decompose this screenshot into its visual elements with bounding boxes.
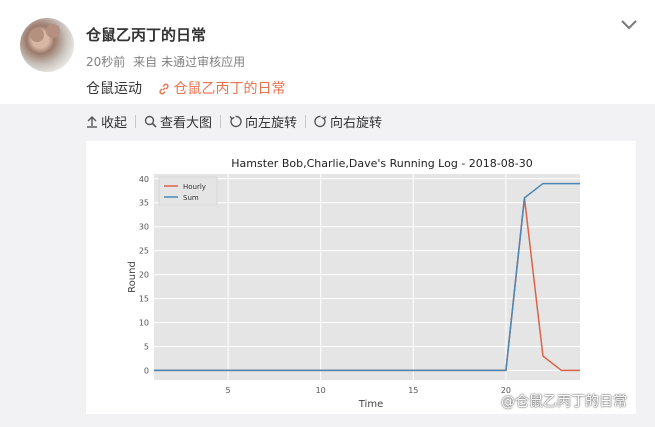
avatar[interactable] [20,18,74,72]
y-tick-label: 40 [139,175,149,184]
x-tick-label: 5 [226,386,231,395]
topic-link-label: 仓鼠乙丙丁的日常 [173,81,286,97]
y-tick-label: 10 [139,319,149,328]
line-chart: 5 10 15 200510152025303540Hamster Bob,Charl… [127,157,580,410]
chevron-down-icon[interactable] [620,18,638,32]
collapse-button[interactable]: 收起 [86,112,127,131]
username[interactable]: 仓鼠乙丙丁的日常 [86,24,206,45]
post-body: 仓鼠运动 [86,81,142,97]
x-tick-label: 15 [408,386,418,395]
post-text: 仓鼠运动 仓鼠乙丙丁的日常 [86,78,285,98]
x-axis-label: Time [358,399,383,410]
y-tick-label: 5 [144,342,149,351]
y-axis-label: Round [127,261,138,293]
magnifier-icon [144,115,157,128]
source-prefix: 来自 [133,55,158,69]
y-tick-label: 35 [139,199,149,208]
y-tick-label: 25 [139,247,149,256]
view-large-label: 查看大图 [160,115,213,131]
divider [305,114,307,128]
collapse-label: 收起 [101,115,128,131]
y-tick-label: 0 [144,366,149,375]
chart-image[interactable]: 5 10 15 20 0 5 10 15 20 25 30 35 40 Hamster Bob,Charl… [86,141,636,414]
divider [135,114,137,128]
y-tick-label: 30 [139,223,149,232]
divider [220,114,222,128]
post-time[interactable]: 20秒前 [86,55,125,69]
image-toolbar: 收起 查看大图 向左旋转 向右旋转 [86,110,382,132]
y-tick-label: 20 [139,271,149,280]
view-large-button[interactable]: 查看大图 [144,112,212,131]
watermark-text: @仓鼠乙丙丁的日常 [501,394,627,410]
post-meta: 20秒前 来自 未通过审核应用 [86,53,249,70]
rotate-left-label: 向左旋转 [245,115,298,131]
topic-link[interactable]: 仓鼠乙丙丁的日常 [158,81,285,97]
chart-title: Hamster Bob,Charlie,Dave's Running Log -… [231,157,532,170]
rotate-right-icon [314,115,327,127]
x-tick-label: 10 [316,386,326,395]
legend-label: Hourly [183,183,206,191]
collapse-icon [87,115,97,128]
rotate-left-button[interactable]: 向左旋转 [229,112,297,131]
link-icon [159,83,170,95]
rotate-right-label: 向右旋转 [330,115,383,131]
watermark: @仓鼠乙丙丁的日常 [478,391,627,411]
rotate-left-icon [229,115,242,127]
rotate-right-button[interactable]: 向右旋转 [314,112,382,131]
source-app[interactable]: 未通过审核应用 [161,55,245,69]
post-header: 仓鼠乙丙丁的日常 20秒前 来自 未通过审核应用 仓鼠运动 仓鼠乙丙丁的日常 [0,0,655,104]
legend-label: Sum [183,194,199,202]
y-tick-label: 15 [139,295,149,304]
weibo-icon [478,395,496,409]
